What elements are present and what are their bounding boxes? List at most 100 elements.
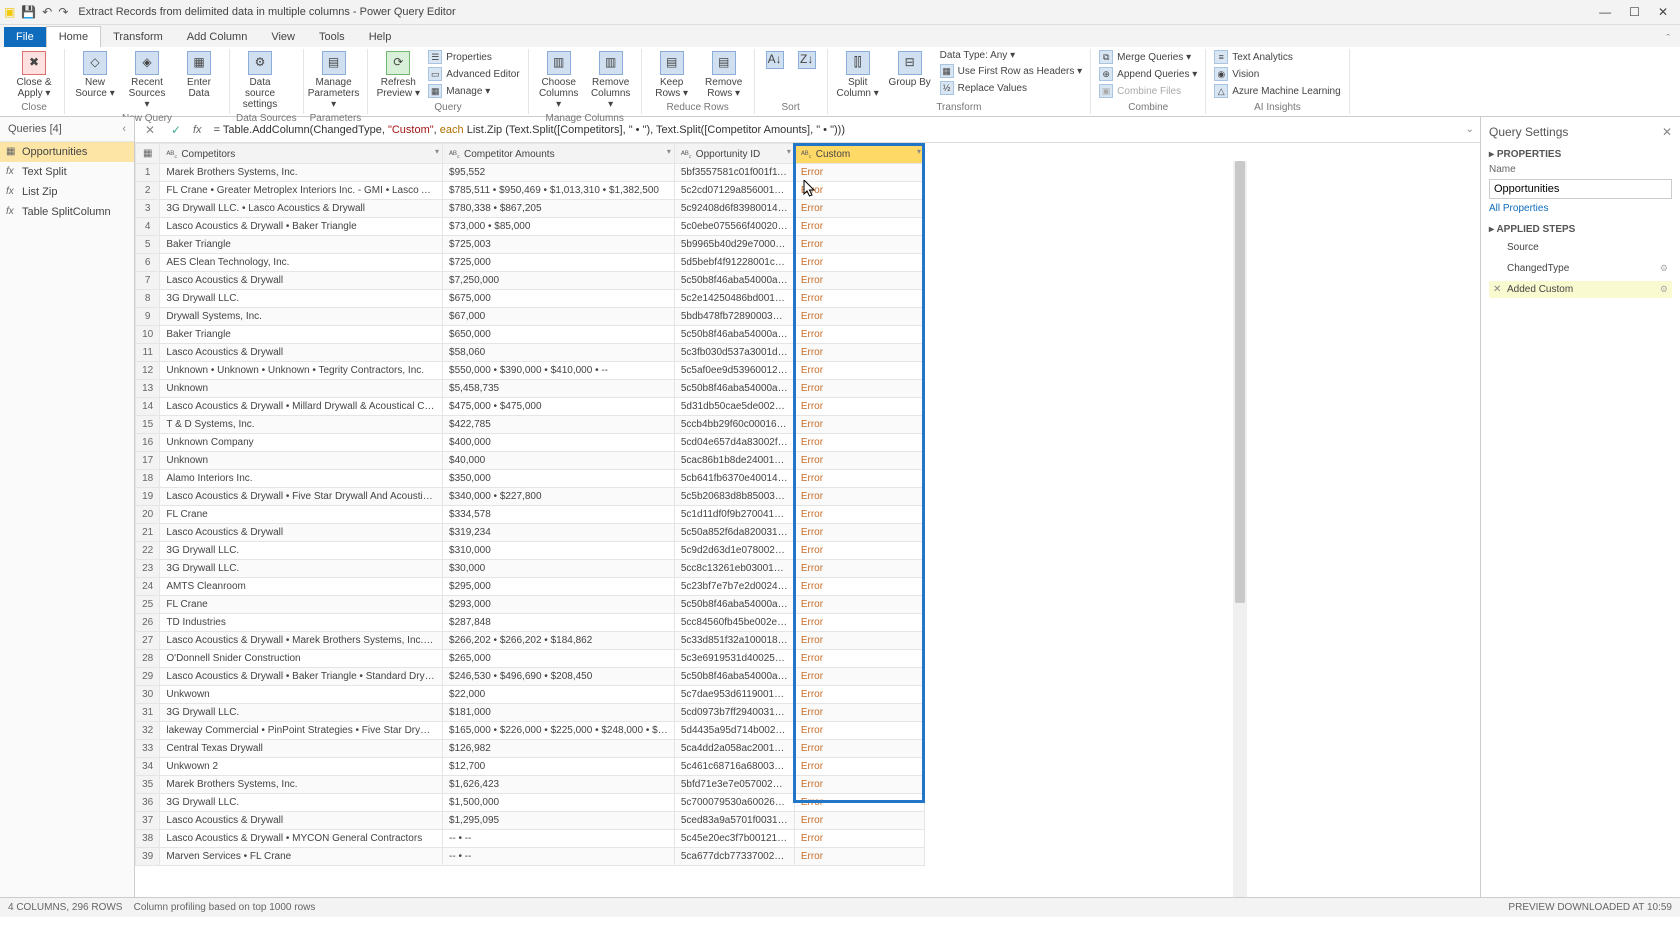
cell-competitors[interactable]: Lasco Acoustics & Drywall • Marek Brothe…: [160, 632, 443, 650]
cell-amounts[interactable]: $12,700: [443, 758, 675, 776]
cell-competitors[interactable]: FL Crane: [160, 596, 443, 614]
sort-asc-button[interactable]: A↓: [761, 49, 789, 73]
step-source[interactable]: Source: [1489, 239, 1672, 256]
cell-amounts[interactable]: $550,000 • $390,000 • $410,000 • --: [443, 362, 675, 380]
cell-amounts[interactable]: -- • --: [443, 830, 675, 848]
cell-opportunity-id[interactable]: 5c50b8f46aba54000a21bdfd: [674, 272, 794, 290]
cell-opportunity-id[interactable]: 5bfd71e3e7e057002b047de1: [674, 776, 794, 794]
cell-amounts[interactable]: $422,785: [443, 416, 675, 434]
gear-icon[interactable]: ⚙: [1660, 263, 1668, 274]
collapse-queries-icon[interactable]: ‹: [122, 123, 126, 135]
cell-competitors[interactable]: 3G Drywall LLC.: [160, 542, 443, 560]
cell-custom[interactable]: Error: [794, 452, 924, 470]
cell-amounts[interactable]: $675,000: [443, 290, 675, 308]
cell-opportunity-id[interactable]: 5ca4dd2a058ac2001afe814b: [674, 740, 794, 758]
table-row[interactable]: 14Lasco Acoustics & Drywall • Millard Dr…: [136, 398, 925, 416]
close-apply-button[interactable]: ✖Close & Apply ▾: [10, 49, 58, 101]
cell-opportunity-id[interactable]: 5c3fb030d537a3001d8eb471: [674, 344, 794, 362]
table-row[interactable]: 4Lasco Acoustics & Drywall • Baker Trian…: [136, 218, 925, 236]
row-number[interactable]: 7: [136, 272, 160, 290]
tab-add-column[interactable]: Add Column: [175, 27, 260, 47]
cell-opportunity-id[interactable]: 5d4435a95d714b002282af55: [674, 722, 794, 740]
cell-competitors[interactable]: Lasco Acoustics & Drywall • MYCON Genera…: [160, 830, 443, 848]
first-row-headers-button[interactable]: ▦Use First Row as Headers ▾: [938, 63, 1085, 79]
cell-competitors[interactable]: 3G Drywall LLC.: [160, 290, 443, 308]
table-row[interactable]: 18Alamo Interiors Inc.$350,0005cb641fb63…: [136, 470, 925, 488]
text-analytics-button[interactable]: ≡Text Analytics: [1212, 49, 1342, 65]
table-row[interactable]: 26TD Industries$287,8485cc84560fb45be002…: [136, 614, 925, 632]
gear-icon[interactable]: ⚙: [1660, 284, 1668, 295]
vision-button[interactable]: ◉Vision: [1212, 66, 1342, 82]
cell-opportunity-id[interactable]: 5c0ebe075566f40020315e29: [674, 218, 794, 236]
filter-icon[interactable]: ▾: [435, 147, 439, 156]
keep-rows-button[interactable]: ▤Keep Rows ▾: [648, 49, 696, 101]
cell-amounts[interactable]: $475,000 • $475,000: [443, 398, 675, 416]
cell-custom[interactable]: Error: [794, 164, 924, 182]
tab-help[interactable]: Help: [357, 27, 404, 47]
table-row[interactable]: 6AES Clean Technology, Inc.$725,0005d5be…: [136, 254, 925, 272]
cell-custom[interactable]: Error: [794, 344, 924, 362]
col-competitors-header[interactable]: ᴬᴮ꜀Competitors▾: [160, 144, 443, 164]
step-changedtype[interactable]: ChangedType⚙: [1489, 260, 1672, 277]
row-number[interactable]: 12: [136, 362, 160, 380]
data-source-settings-button[interactable]: ⚙Data source settings: [236, 49, 284, 112]
cell-amounts[interactable]: $40,000: [443, 452, 675, 470]
filter-icon[interactable]: ▾: [917, 147, 921, 156]
cell-competitors[interactable]: Marek Brothers Systems, Inc.: [160, 164, 443, 182]
cell-custom[interactable]: Error: [794, 704, 924, 722]
row-number[interactable]: 3: [136, 200, 160, 218]
row-number[interactable]: 17: [136, 452, 160, 470]
ribbon-collapse-icon[interactable]: ˆ: [1656, 31, 1680, 47]
cell-custom[interactable]: Error: [794, 488, 924, 506]
row-number[interactable]: 18: [136, 470, 160, 488]
group-by-button[interactable]: ⊟Group By: [886, 49, 934, 90]
cell-competitors[interactable]: Marven Services • FL Crane: [160, 848, 443, 866]
properties-button[interactable]: ☰Properties: [426, 49, 521, 65]
minimize-icon[interactable]: —: [1599, 5, 1611, 19]
data-grid[interactable]: ▦ ᴬᴮ꜀Competitors▾ ᴬᴮ꜀Competitor Amounts▾…: [135, 143, 1480, 897]
cell-amounts[interactable]: $650,000: [443, 326, 675, 344]
row-number[interactable]: 15: [136, 416, 160, 434]
cell-custom[interactable]: Error: [794, 200, 924, 218]
cell-custom[interactable]: Error: [794, 542, 924, 560]
maximize-icon[interactable]: ☐: [1629, 5, 1640, 19]
cell-custom[interactable]: Error: [794, 218, 924, 236]
cell-custom[interactable]: Error: [794, 758, 924, 776]
split-column-button[interactable]: ⫿⫿Split Column ▾: [834, 49, 882, 101]
cell-custom[interactable]: Error: [794, 236, 924, 254]
row-number[interactable]: 14: [136, 398, 160, 416]
cell-competitors[interactable]: Lasco Acoustics & Drywall • Baker Triang…: [160, 218, 443, 236]
row-number[interactable]: 1: [136, 164, 160, 182]
table-row[interactable]: 21Lasco Acoustics & Drywall$319,2345c50a…: [136, 524, 925, 542]
table-row[interactable]: 28O'Donnell Snider Construction$265,0005…: [136, 650, 925, 668]
cell-amounts[interactable]: $181,000: [443, 704, 675, 722]
table-row[interactable]: 24AMTS Cleanroom$295,0005c23bf7e7b7e2d00…: [136, 578, 925, 596]
row-number[interactable]: 24: [136, 578, 160, 596]
cell-competitors[interactable]: Lasco Acoustics & Drywall • Five Star Dr…: [160, 488, 443, 506]
cell-custom[interactable]: Error: [794, 830, 924, 848]
row-number[interactable]: 9: [136, 308, 160, 326]
manage-parameters-button[interactable]: ▤Manage Parameters ▾: [310, 49, 358, 112]
table-row[interactable]: 11Lasco Acoustics & Drywall$58,0605c3fb0…: [136, 344, 925, 362]
cell-competitors[interactable]: FL Crane: [160, 506, 443, 524]
tab-file[interactable]: File: [4, 27, 46, 47]
cell-opportunity-id[interactable]: 5c5b20683d8b8500309c2a4e: [674, 488, 794, 506]
row-number[interactable]: 23: [136, 560, 160, 578]
cell-competitors[interactable]: Unkwown 2: [160, 758, 443, 776]
table-row[interactable]: 29Lasco Acoustics & Drywall • Baker Tria…: [136, 668, 925, 686]
query-name-input[interactable]: [1489, 179, 1672, 199]
cell-competitors[interactable]: Alamo Interiors Inc.: [160, 470, 443, 488]
sort-desc-button[interactable]: Z↓: [793, 49, 821, 73]
cell-custom[interactable]: Error: [794, 398, 924, 416]
cell-competitors[interactable]: Lasco Acoustics & Drywall • Baker Triang…: [160, 668, 443, 686]
row-number[interactable]: 33: [136, 740, 160, 758]
table-row[interactable]: 10Baker Triangle$650,0005c50b8f46aba5400…: [136, 326, 925, 344]
cell-opportunity-id[interactable]: 5c5af0ee9d5396001279dd0d: [674, 362, 794, 380]
row-number[interactable]: 31: [136, 704, 160, 722]
row-number[interactable]: 27: [136, 632, 160, 650]
cell-opportunity-id[interactable]: 5cd04e657d4a83002f89f1e0: [674, 434, 794, 452]
filter-icon[interactable]: ▾: [667, 147, 671, 156]
cell-custom[interactable]: Error: [794, 578, 924, 596]
close-settings-icon[interactable]: ✕: [1662, 125, 1672, 139]
cell-opportunity-id[interactable]: 5d31db50cae5de00223e9f74: [674, 398, 794, 416]
